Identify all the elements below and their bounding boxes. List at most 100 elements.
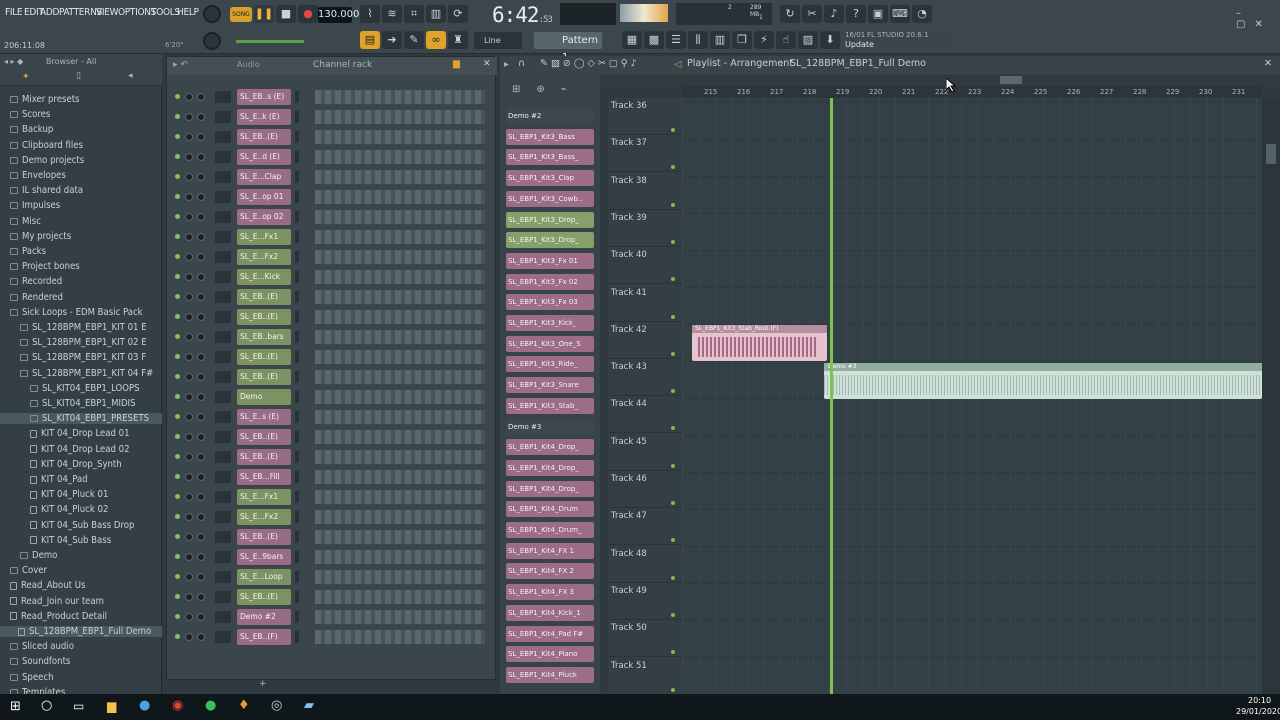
menu-item-help[interactable]: HELP <box>177 7 199 18</box>
master-volume-slider[interactable] <box>236 40 304 43</box>
channel-row[interactable]: SL_E..op 02 <box>173 209 489 225</box>
picker-item[interactable]: SL_EBP1_Kit4_FX 2 <box>506 563 594 580</box>
browser-item[interactable]: Read_About Us <box>0 580 162 591</box>
pan-knob[interactable] <box>185 413 193 421</box>
playlist-scroll-thumb[interactable] <box>1000 76 1022 84</box>
volume-knob[interactable] <box>197 353 205 361</box>
fl-studio-icon[interactable]: ♦ <box>238 698 250 713</box>
channel-name-button[interactable]: SL_EB..(E) <box>237 309 291 325</box>
channel-name-button[interactable]: SL_EB..(E) <box>237 589 291 605</box>
browser-sort-icon[interactable]: ✦ <box>22 72 30 82</box>
audio-clip-demo3[interactable]: Demo #3 <box>824 363 1262 399</box>
magnet-icon[interactable]: ∩ <box>518 58 525 69</box>
menu-item-add[interactable]: ADD <box>40 7 59 18</box>
browser-item[interactable]: Scores <box>0 109 162 120</box>
touch-icon[interactable]: ☝ <box>776 31 796 49</box>
channel-select[interactable] <box>295 391 299 403</box>
mixer-track-number[interactable] <box>215 171 231 183</box>
pan-knob[interactable] <box>185 553 193 561</box>
browser-item[interactable]: KIT 04_Sub Bass Drop <box>0 520 162 531</box>
step-sequencer[interactable] <box>315 250 485 264</box>
volume-knob[interactable] <box>197 473 205 481</box>
pan-knob[interactable] <box>185 613 193 621</box>
mixer-track-number[interactable] <box>215 231 231 243</box>
volume-knob[interactable] <box>197 193 205 201</box>
browser-item[interactable]: Demo projects <box>0 155 162 166</box>
channel-led[interactable] <box>175 154 180 159</box>
master-pitch-knob[interactable] <box>203 5 221 23</box>
track-mute-led[interactable] <box>671 538 675 543</box>
picker-item[interactable]: SL_EBP1_Kit4_Drum_ <box>506 522 594 538</box>
timeline-ruler[interactable]: 215 216 217 218 219 220 221 222 223 224 225 226 227 2… <box>682 86 1262 98</box>
pan-knob[interactable] <box>185 293 193 301</box>
volume-knob[interactable] <box>197 313 205 321</box>
track-header[interactable]: Track 49 <box>608 583 682 620</box>
channel-row[interactable]: Demo #2 <box>173 609 489 625</box>
picker-item[interactable]: SL_EBP1_Kit3_Kick_ <box>506 315 594 331</box>
channel-led[interactable] <box>175 414 180 419</box>
picker-item[interactable]: SL_EBP1_Kit4_Drop_ <box>506 480 594 497</box>
channel-led[interactable] <box>175 434 180 439</box>
channel-select[interactable] <box>295 611 299 623</box>
stamp-icon[interactable]: ♜ <box>448 31 468 49</box>
vertical-scroll-thumb[interactable] <box>1266 144 1276 164</box>
mixer-track-number[interactable] <box>215 131 231 143</box>
track-mute-led[interactable] <box>671 314 675 319</box>
browser-menu-icon[interactable]: ◂ ▸ ◆ <box>4 57 23 66</box>
file-icon[interactable]: ❐ <box>732 31 752 49</box>
piano-roll-icon[interactable]: ▩ <box>644 31 664 49</box>
add-channel-icon[interactable]: + <box>259 679 267 689</box>
menu-item-tools[interactable]: TOOLS <box>151 7 180 18</box>
channel-row[interactable]: SL_E..d (E) <box>173 149 489 165</box>
browser-item[interactable]: Packs <box>0 246 162 257</box>
channel-name-button[interactable]: SL_EB..bars <box>237 329 291 345</box>
step-sequencer[interactable] <box>315 590 485 604</box>
track-header[interactable]: Track 37 <box>608 135 682 173</box>
volume-knob[interactable] <box>197 533 205 541</box>
channel-row[interactable]: SL_EB..(E) <box>173 449 489 465</box>
pan-knob[interactable] <box>185 393 193 401</box>
play-icon[interactable]: ❚❚ <box>254 5 274 23</box>
news-panel[interactable]: 16/01 FL STUDIO 20.6.1 Update <box>844 30 948 50</box>
volume-knob[interactable] <box>197 573 205 581</box>
picker-item[interactable]: SL_EBP1_Kit3_Bass_ <box>506 149 594 166</box>
step-sequencer[interactable] <box>315 570 485 584</box>
browser-item[interactable]: Soundfonts <box>0 656 162 667</box>
mixer-track-number[interactable] <box>215 531 231 543</box>
app-icon[interactable]: ◎ <box>271 698 282 713</box>
browser-item[interactable]: Mixer presets <box>0 94 162 105</box>
track-header[interactable]: Track 42 <box>608 322 682 359</box>
browser-item[interactable]: Read_Product Detail <box>0 611 162 622</box>
channel-row[interactable]: SL_EB..(E) <box>173 289 489 305</box>
picker-item[interactable]: SL_EBP1_Kit4_Pluck <box>506 666 594 683</box>
track-header[interactable]: Track 47 <box>608 508 682 546</box>
pan-knob[interactable] <box>185 453 193 461</box>
pan-knob[interactable] <box>185 573 193 581</box>
track-header[interactable]: Track 50 <box>608 620 682 658</box>
pan-knob[interactable] <box>185 313 193 321</box>
browser-item[interactable]: Sick Loops - EDM Basic Pack <box>0 307 162 318</box>
step-sequencer[interactable] <box>315 190 485 204</box>
picker-item[interactable]: SL_EBP1_Kit3_Drop_ <box>506 232 594 249</box>
playlist-tools-icon[interactable]: ✎▨⊘◯◇✂▢⚲♪ <box>540 58 640 69</box>
mixer-track-number[interactable] <box>215 271 231 283</box>
playlist-grid[interactable]: SL_EBP1_Kit3_Stab_Root (F) Demo #3 <box>682 98 1262 694</box>
pan-knob[interactable] <box>185 373 193 381</box>
step-sequencer[interactable] <box>315 550 485 564</box>
browser-item[interactable]: Read_Join our team <box>0 596 162 607</box>
step-sequencer[interactable] <box>315 490 485 504</box>
rack-graph-icon[interactable]: ▆ <box>453 59 460 69</box>
channel-select[interactable] <box>295 171 299 183</box>
track-header[interactable]: Track 44 <box>608 396 682 434</box>
channel-row[interactable]: SL_EB..(E) <box>173 429 489 445</box>
channel-row[interactable]: SL_E...Fx1 <box>173 229 489 245</box>
mixer-track-number[interactable] <box>215 311 231 323</box>
channel-name-button[interactable]: SL_EB..(E) <box>237 529 291 545</box>
browser-item[interactable]: Backup <box>0 124 162 135</box>
channel-row[interactable]: SL_E...Fx2 <box>173 509 489 525</box>
track-mute-led[interactable] <box>671 389 675 394</box>
channel-select[interactable] <box>295 571 299 583</box>
playlist-scrollbar[interactable] <box>500 74 1280 86</box>
volume-knob[interactable] <box>197 253 205 261</box>
volume-knob[interactable] <box>197 293 205 301</box>
